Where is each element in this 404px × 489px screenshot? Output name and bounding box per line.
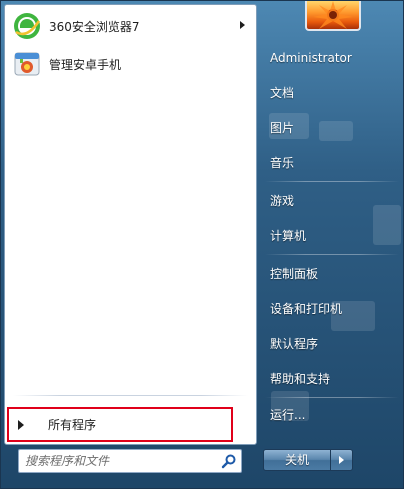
music-link[interactable]: 音乐 <box>263 147 401 177</box>
flower-icon <box>313 1 353 29</box>
program-item-360-browser[interactable]: 360安全浏览器7 <box>9 9 253 43</box>
help-support-link[interactable]: 帮助和支持 <box>263 363 401 393</box>
default-programs-label: 默认程序 <box>270 336 319 351</box>
search-icon[interactable] <box>221 453 237 469</box>
search-area <box>4 445 257 485</box>
all-programs-label: 所有程序 <box>48 418 97 432</box>
shutdown-button[interactable]: 关机 <box>263 449 331 471</box>
default-programs-link[interactable]: 默认程序 <box>263 328 401 358</box>
computer-link[interactable]: 计算机 <box>263 220 401 250</box>
search-input[interactable] <box>25 452 213 470</box>
control-panel-label: 控制面板 <box>270 266 319 281</box>
all-programs-button[interactable]: 所有程序 <box>7 407 233 442</box>
360-browser-icon <box>11 10 43 42</box>
pictures-label: 图片 <box>270 120 295 135</box>
devices-printers-label: 设备和打印机 <box>270 301 343 316</box>
android-manager-icon <box>11 48 43 80</box>
start-menu: 360安全浏览器7 管理安卓手机 所有程序 搜索程序和文件 Administra… <box>0 0 404 489</box>
program-item-android-manager[interactable]: 管理安卓手机 <box>9 47 253 81</box>
programs-pane: 360安全浏览器7 管理安卓手机 所有程序 <box>4 4 257 445</box>
user-name-link[interactable]: Administrator <box>263 43 401 73</box>
program-label: 管理安卓手机 <box>49 57 122 72</box>
shutdown-options-button[interactable] <box>331 449 353 471</box>
divider <box>265 397 399 398</box>
help-support-label: 帮助和支持 <box>270 371 331 386</box>
divider <box>13 395 248 396</box>
documents-link[interactable]: 文档 <box>263 77 401 107</box>
games-link[interactable]: 游戏 <box>263 185 401 215</box>
submenu-arrow-icon[interactable] <box>240 21 245 29</box>
program-label: 360安全浏览器7 <box>49 19 140 34</box>
user-name: Administrator <box>270 51 352 65</box>
user-avatar[interactable] <box>305 1 361 31</box>
computer-label: 计算机 <box>270 228 307 243</box>
games-label: 游戏 <box>270 193 295 208</box>
divider <box>265 181 399 182</box>
run-label: 运行... <box>270 407 306 422</box>
music-label: 音乐 <box>270 155 295 170</box>
divider <box>265 254 399 255</box>
pictures-link[interactable]: 图片 <box>263 112 401 142</box>
documents-label: 文档 <box>270 85 295 100</box>
devices-printers-link[interactable]: 设备和打印机 <box>263 293 401 323</box>
search-box[interactable] <box>18 449 242 473</box>
chevron-right-icon <box>339 456 344 464</box>
control-panel-link[interactable]: 控制面板 <box>263 258 401 288</box>
expand-arrow-icon <box>18 419 24 430</box>
run-link[interactable]: 运行... <box>263 399 401 429</box>
